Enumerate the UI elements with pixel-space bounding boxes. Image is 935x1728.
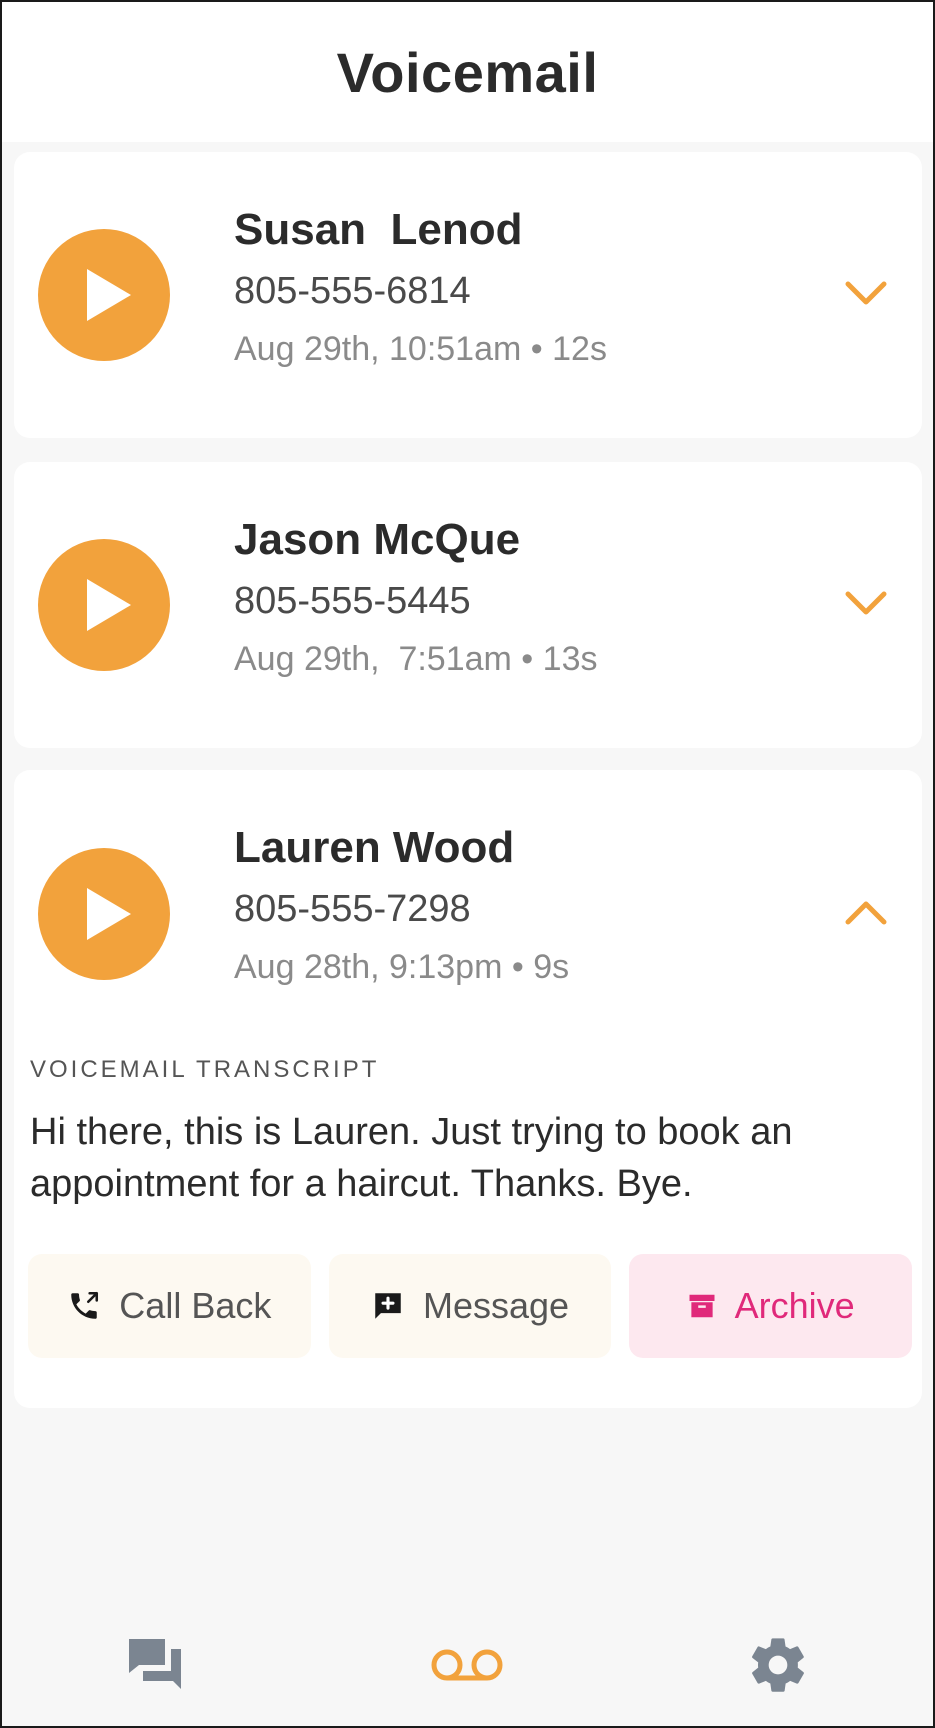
archive-icon [689, 1294, 715, 1318]
chat-icon [129, 1639, 182, 1689]
action-bar: Call Back Message Archive [28, 1254, 913, 1358]
expand-button[interactable] [838, 576, 894, 632]
voicemail-info: Susan Lenod 805-555-6814 Aug 29th, 10:51… [234, 204, 607, 370]
transcript-text: Hi there, this is Lauren. Just trying to… [30, 1111, 793, 1205]
transcript-label: VOICEMAIL TRANSCRIPT [30, 1056, 380, 1083]
bottom-nav [2, 1604, 933, 1726]
gear-icon [751, 1638, 804, 1692]
nav-voicemail[interactable] [407, 1620, 527, 1710]
voicemail-item[interactable]: Susan Lenod 805-555-6814 Aug 29th, 10:51… [14, 152, 922, 438]
caller-phone: 805-555-5445 [234, 580, 471, 622]
message-button[interactable]: Message [328, 1254, 612, 1358]
caller-phone: 805-555-6814 [234, 270, 471, 312]
call-back-label: Call Back [119, 1285, 272, 1326]
message-label: Message [422, 1285, 570, 1326]
archive-button[interactable]: Archive [629, 1254, 913, 1358]
play-button[interactable] [38, 229, 170, 361]
voicemail-screen: Voicemail Susan Lenod 805-555-6814 Aug 2… [0, 0, 935, 1728]
play-icon [87, 269, 131, 321]
voicemail-meta: Aug 28th, 9:13pm • 9s [234, 948, 570, 986]
play-button[interactable] [38, 848, 170, 980]
call-back-button[interactable]: Call Back [28, 1254, 311, 1358]
nav-settings[interactable] [718, 1620, 838, 1710]
caller-name: Lauren Wood [234, 823, 515, 872]
caller-name: Jason McQue [234, 515, 521, 564]
header: Voicemail [2, 2, 933, 142]
chevron-down-icon [845, 591, 887, 615]
collapse-button[interactable] [838, 884, 894, 940]
caller-name: Susan Lenod [234, 205, 523, 254]
chevron-up-icon [845, 901, 887, 925]
voicemail-meta: Aug 29th, 7:51am • 13s [234, 640, 598, 678]
play-icon [87, 579, 131, 631]
page-title: Voicemail [336, 40, 599, 104]
voicemail-info: Jason McQue 805-555-5445 Aug 29th, 7:51a… [234, 514, 597, 680]
expand-button[interactable] [838, 266, 894, 322]
voicemail-meta: Aug 29th, 10:51am • 12s [234, 330, 607, 368]
play-button[interactable] [38, 539, 170, 671]
nav-messages[interactable] [97, 1620, 217, 1710]
chevron-down-icon [845, 281, 887, 305]
voicemail-icon [431, 1649, 503, 1681]
voicemail-item[interactable]: Jason McQue 805-555-5445 Aug 29th, 7:51a… [14, 462, 922, 748]
archive-label: Archive [734, 1285, 855, 1326]
phone-callback-icon [71, 1291, 99, 1319]
caller-phone: 805-555-7298 [234, 888, 471, 930]
play-icon [87, 888, 131, 940]
add-message-icon [375, 1293, 401, 1319]
voicemail-info: Lauren Wood 805-555-7298 Aug 28th, 9:13p… [234, 822, 569, 988]
voicemail-item-expanded[interactable]: Lauren Wood 805-555-7298 Aug 28th, 9:13p… [14, 770, 922, 1408]
